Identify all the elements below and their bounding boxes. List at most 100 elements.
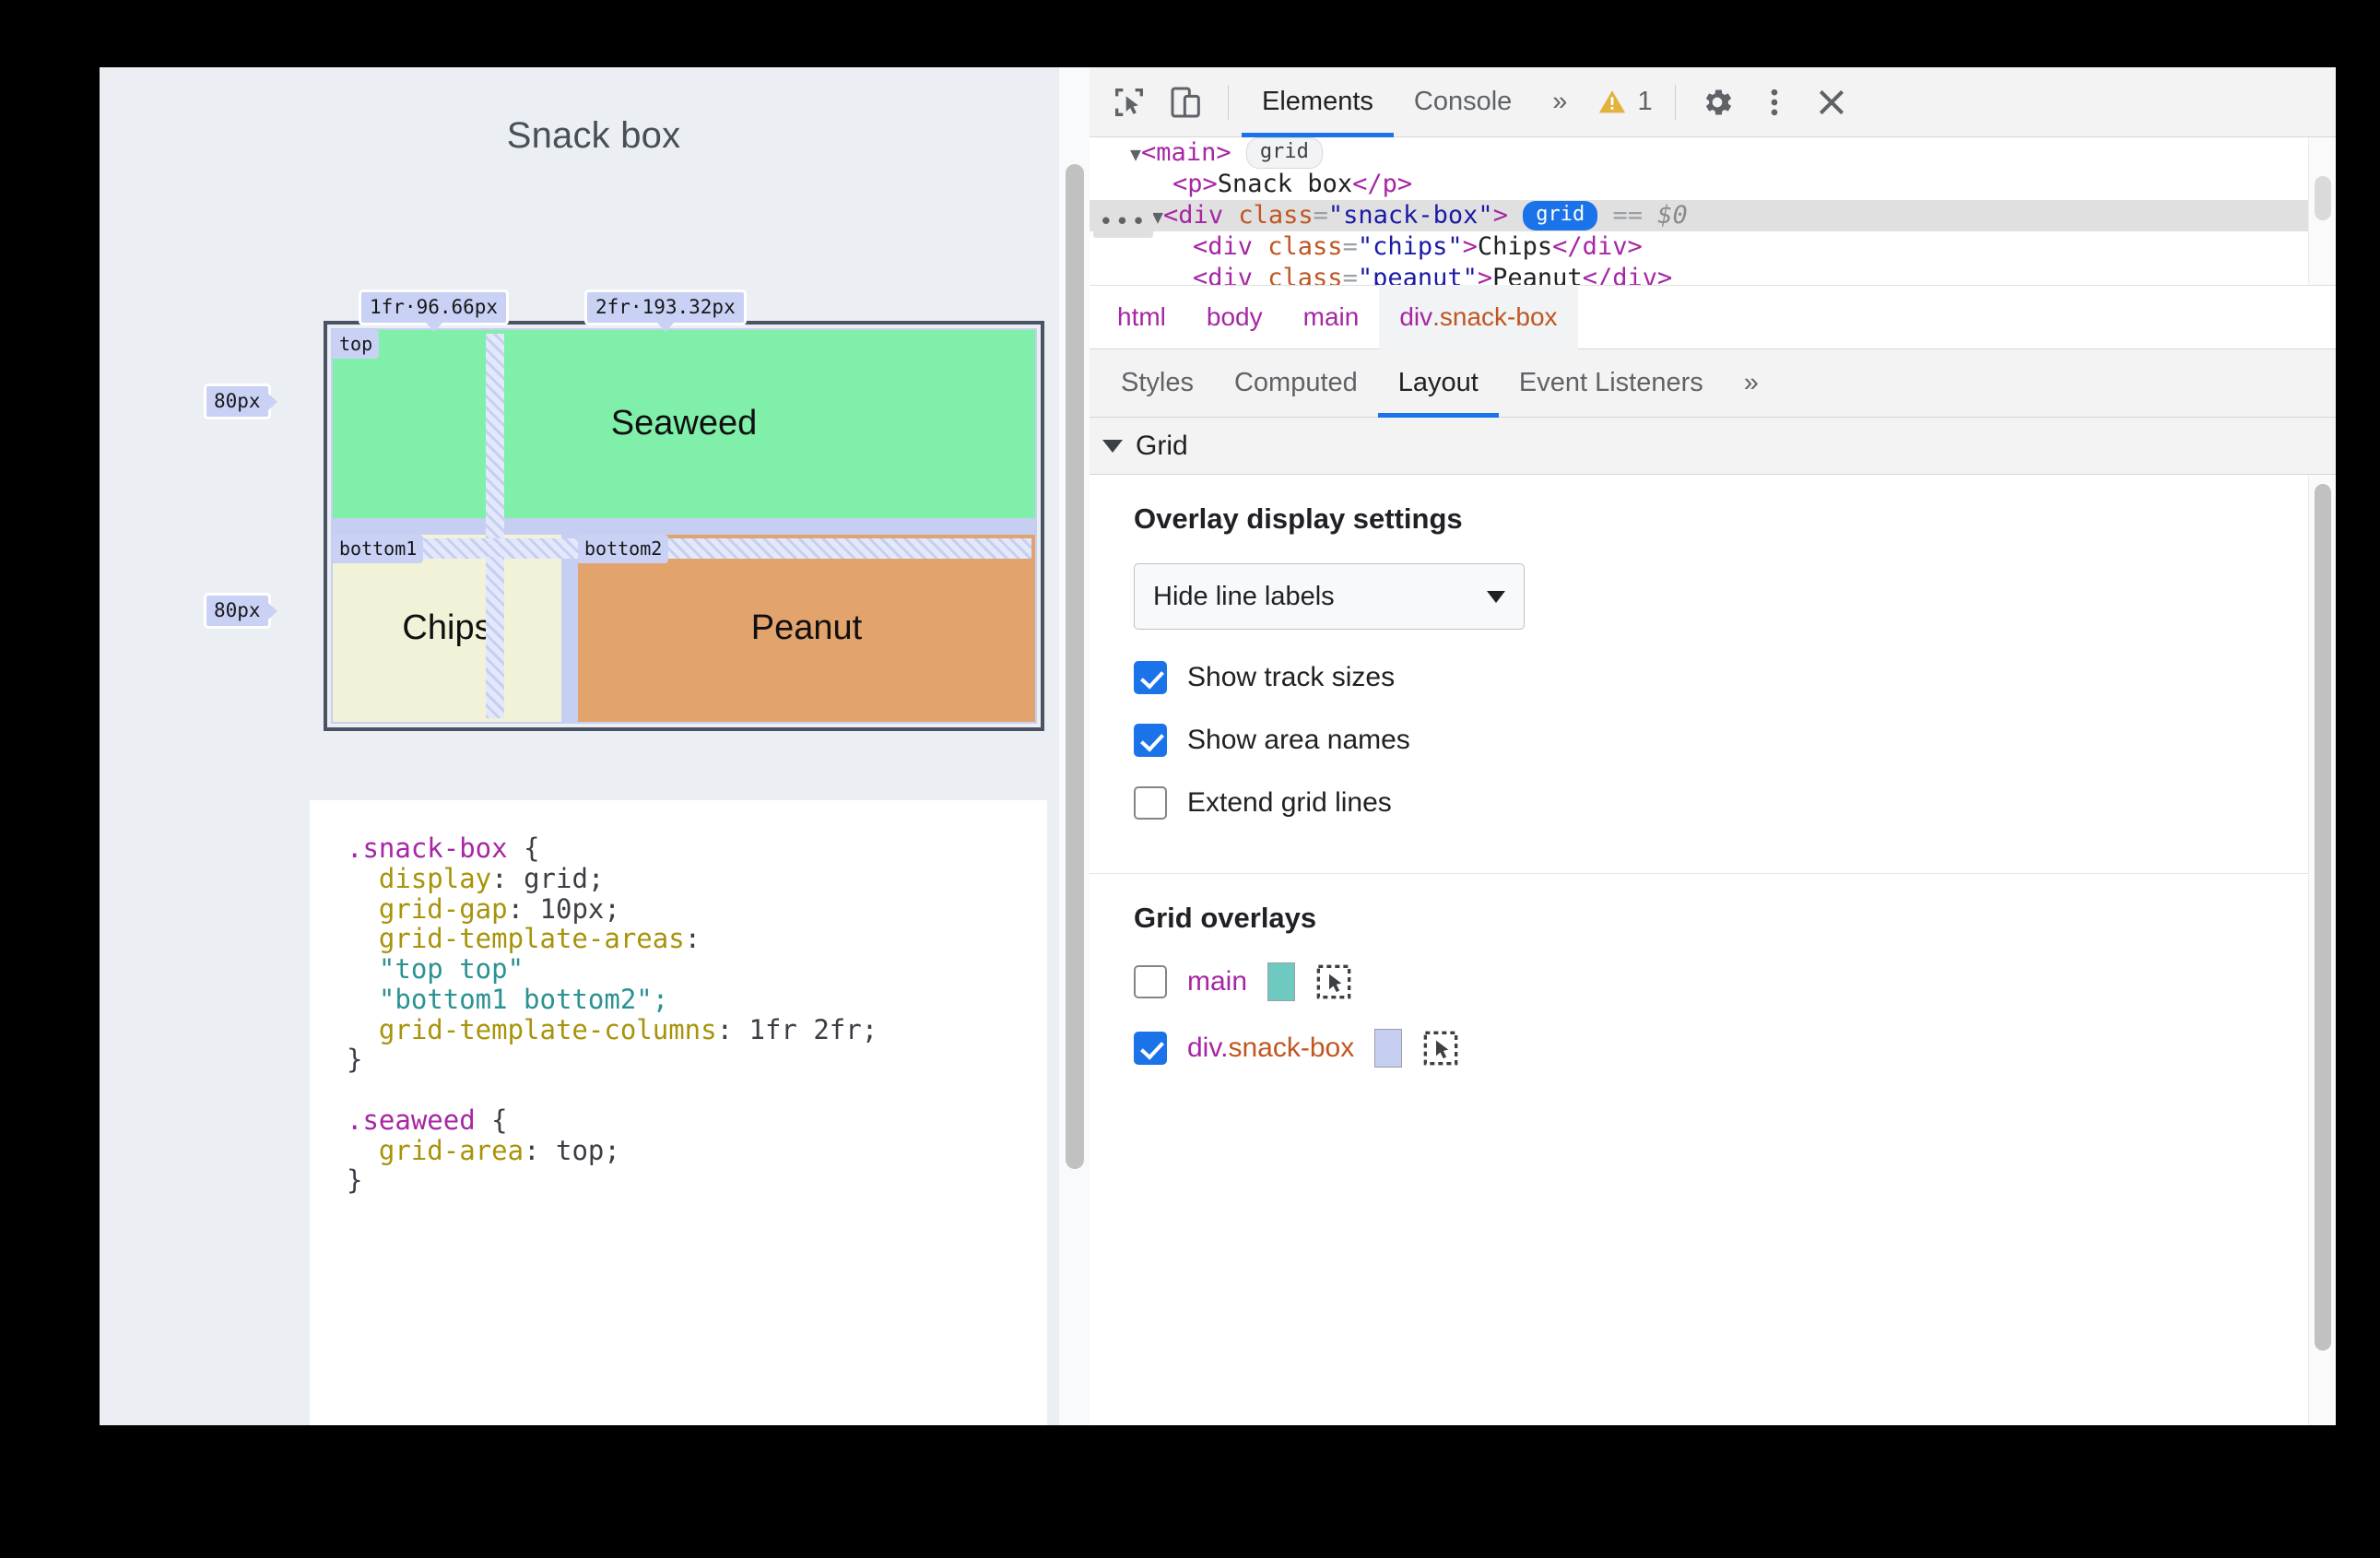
more-tabs-chevron-icon[interactable]: » (1532, 67, 1587, 137)
breadcrumb-item-html[interactable]: html (1097, 285, 1186, 349)
code-value-grid-gap: 10px; (539, 892, 620, 925)
color-swatch-main[interactable] (1267, 962, 1296, 1001)
close-icon[interactable] (1803, 74, 1860, 131)
dom-tag-p-open: <p> (1172, 170, 1218, 198)
dom-row-p[interactable]: <p>Snack box</p> (1090, 169, 2336, 200)
checkbox-show-track-sizes[interactable] (1134, 661, 1167, 694)
dom-text-p: Snack box (1217, 170, 1353, 198)
dom-row-chips[interactable]: <div class="chips">Chips</div> (1090, 231, 2336, 263)
tab-event-listeners[interactable]: Event Listeners (1499, 349, 1724, 418)
warning-badge[interactable]: 1 (1587, 87, 1661, 118)
dom-tree-scrollbar[interactable] (2308, 137, 2336, 285)
code-prop-grid-area: grid-area (378, 1134, 524, 1166)
grid-section-header[interactable]: Grid (1090, 418, 2336, 475)
dom-text-chips: Chips (1477, 232, 1553, 261)
grid-badge-main[interactable]: grid (1245, 137, 1323, 169)
dom-tag-snack-box: <div class="snack-box"> (1163, 201, 1508, 230)
dom-tree-scrollbar-thumb[interactable] (2315, 176, 2331, 220)
grid-overlay-label-div-snack-box: div.snack-box (1187, 1033, 1355, 1063)
tab-event-listeners-label: Event Listeners (1518, 368, 1703, 397)
grid-overlay-demo: 1fr·96.66px 2fr·193.32px 80px 80px top S… (204, 289, 1044, 731)
devtools-panel: Elements Console » 1 ▼<main> grid <p>Sna… (1090, 67, 2336, 1425)
track-size-badge-column-2: 2fr·193.32px (584, 289, 747, 325)
grid-gap-column-top (486, 334, 504, 538)
layout-panel-scrollbar[interactable] (2308, 475, 2336, 1425)
dom-row-peanut[interactable]: <div class="peanut">Peanut</div> (1090, 263, 2336, 285)
tab-styles[interactable]: Styles (1101, 349, 1214, 418)
grid-overlay-row-main[interactable]: main (1134, 962, 2336, 1001)
code-selector-seaweed: .seaweed (347, 1104, 476, 1136)
code-value-grid-template-columns: 1fr 2fr; (748, 1013, 878, 1045)
css-code-block: .snack-box { display: grid; grid-gap: 10… (310, 800, 1047, 1425)
code-close-brace-1: } (347, 1044, 363, 1076)
gear-icon[interactable] (1689, 74, 1746, 131)
area-name-label-bottom1: bottom1 (333, 534, 424, 563)
track-size-badge-row-1: 80px (204, 384, 271, 419)
select-element-icon-main[interactable] (1315, 963, 1352, 1000)
chevron-down-icon[interactable] (1102, 439, 1123, 453)
grid-badge-snack-box[interactable]: grid (1523, 201, 1598, 230)
grid-overlay-row-div-snack-box[interactable]: div.snack-box (1134, 1029, 2336, 1068)
select-element-icon-div-snack-box[interactable] (1422, 1030, 1459, 1067)
expand-triangle-snack-box[interactable]: ▼ (1152, 206, 1163, 228)
line-labels-select[interactable]: Hide line labels (1134, 563, 1525, 630)
code-prop-grid-template-areas: grid-template-areas (378, 923, 685, 955)
more-tabs-label: » (1552, 87, 1568, 116)
dom-tag-p-close: </p> (1352, 170, 1413, 198)
code-areas-row-1: "top top" (378, 953, 524, 986)
grid-cell-chips: bottom1 Chips (333, 534, 561, 722)
track-size-badge-row-2: 80px (204, 593, 271, 629)
seaweed-text: Seaweed (333, 330, 1035, 518)
page-scrollbar-thumb[interactable] (1066, 164, 1084, 1169)
breadcrumb-item-body[interactable]: body (1186, 285, 1283, 349)
grid-overlays-section: Grid overlays main div.snack-box (1090, 874, 2336, 1119)
checkbox-overlay-main[interactable] (1134, 965, 1167, 998)
area-name-label-bottom2: bottom2 (578, 534, 669, 563)
more-sidebar-tabs-chevron-icon[interactable]: » (1724, 349, 1779, 418)
checkbox-extend-grid-lines[interactable] (1134, 786, 1167, 820)
tab-console[interactable]: Console (1394, 67, 1532, 137)
code-prop-grid-template-columns: grid-template-columns (378, 1013, 717, 1045)
tab-layout[interactable]: Layout (1377, 349, 1499, 418)
breadcrumb-label-html: html (1117, 302, 1166, 331)
rendered-page: Snack box 1fr·96.66px 2fr·193.32px 80px … (100, 67, 1088, 1425)
grid-overlay-label-main: main (1187, 966, 1248, 997)
layout-panel-scrollbar-thumb[interactable] (2315, 484, 2331, 1351)
more-sidebar-tabs-label: » (1743, 368, 1759, 397)
color-swatch-div-snack-box[interactable] (1374, 1029, 1403, 1068)
checkbox-overlay-div-snack-box[interactable] (1134, 1032, 1167, 1065)
code-prop-grid-gap: grid-gap (378, 892, 508, 925)
device-toolbar-icon[interactable] (1158, 74, 1215, 131)
breadcrumb: html body main div .snack-box (1090, 285, 2336, 349)
page-scrollbar[interactable] (1058, 67, 1090, 1425)
breadcrumb-label-body: body (1206, 302, 1263, 331)
grid-gap-row (336, 538, 1031, 559)
expand-triangle-main[interactable]: ▼ (1130, 143, 1141, 165)
grid-cell-seaweed: top Seaweed (333, 330, 1035, 518)
dom-tag-peanut-close: </div> (1582, 264, 1673, 285)
grid-gap-column-bottom (486, 557, 504, 718)
checkbox-show-area-names[interactable] (1134, 724, 1167, 757)
tab-computed[interactable]: Computed (1214, 349, 1378, 418)
checkbox-row-show-area-names[interactable]: Show area names (1134, 724, 2336, 757)
overlay-display-settings-section: Overlay display settings Hide line label… (1090, 475, 2336, 873)
checkbox-row-show-track-sizes[interactable]: Show track sizes (1134, 661, 2336, 694)
breadcrumb-item-div-snack-box[interactable]: div .snack-box (1379, 285, 1578, 349)
dom-tree[interactable]: ▼<main> grid <p>Snack box</p> ••• ▼<div c… (1090, 137, 2336, 285)
dom-row-snack-box[interactable]: ••• ▼<div class="snack-box"> grid == $0 (1090, 200, 2336, 239)
checkbox-label-show-track-sizes: Show track sizes (1187, 662, 1396, 692)
checkbox-row-extend-grid-lines[interactable]: Extend grid lines (1134, 786, 2336, 820)
tab-elements[interactable]: Elements (1242, 67, 1394, 137)
inspect-element-icon[interactable] (1101, 74, 1158, 131)
devtools-toolbar: Elements Console » 1 (1090, 67, 2336, 137)
snack-box-element: top Seaweed bottom1 Chips bottom2 Peanut (324, 321, 1044, 731)
dom-text-peanut: Peanut (1492, 264, 1583, 285)
toolbar-divider-1 (1228, 84, 1229, 120)
code-value-display: grid; (524, 862, 605, 894)
warning-count: 1 (1637, 87, 1653, 116)
checkbox-label-extend-grid-lines: Extend grid lines (1187, 787, 1392, 818)
kebab-menu-icon[interactable] (1746, 74, 1803, 131)
dom-row-main[interactable]: ▼<main> grid (1090, 137, 2336, 169)
breadcrumb-item-main[interactable]: main (1283, 285, 1380, 349)
tab-elements-label: Elements (1262, 87, 1373, 116)
